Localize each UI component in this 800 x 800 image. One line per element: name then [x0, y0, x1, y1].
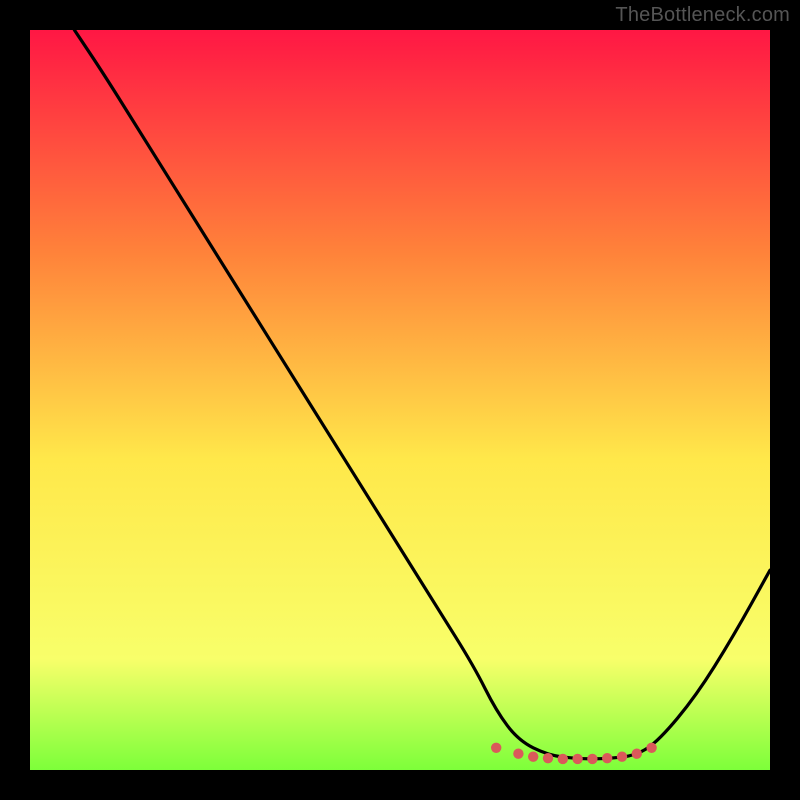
valley-dot	[587, 754, 597, 764]
chart-frame: TheBottleneck.com	[0, 0, 800, 800]
plot-area	[30, 30, 770, 770]
valley-dot	[572, 754, 582, 764]
valley-dot	[543, 753, 553, 763]
valley-dot	[528, 751, 538, 761]
chart-svg	[30, 30, 770, 770]
valley-dot	[513, 749, 523, 759]
valley-dot	[646, 743, 656, 753]
valley-dot	[617, 751, 627, 761]
watermark-text: TheBottleneck.com	[615, 4, 790, 27]
valley-dot	[558, 754, 568, 764]
valley-dot	[491, 743, 501, 753]
gradient-background	[30, 30, 770, 770]
valley-dot	[602, 753, 612, 763]
valley-dot	[632, 749, 642, 759]
